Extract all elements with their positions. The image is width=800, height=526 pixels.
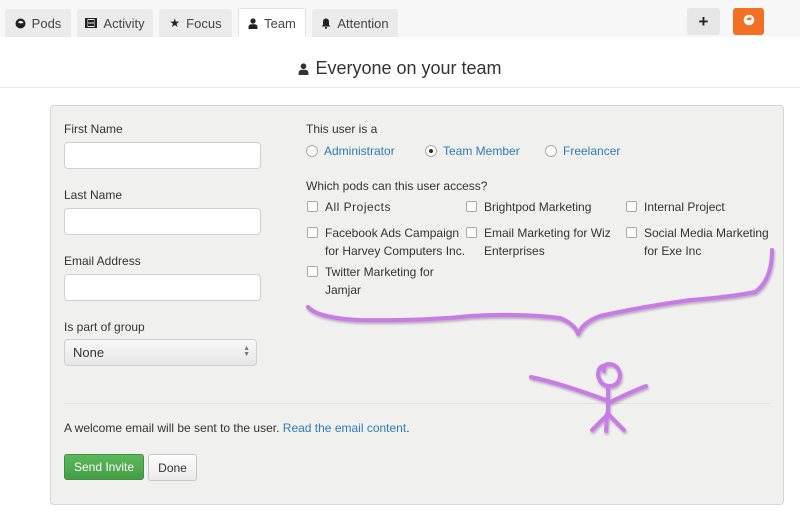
tab-label: Pods [31,15,62,31]
pod-label: Twitter Marketing for Jamjar [325,265,434,297]
checkbox[interactable] [466,227,477,238]
checkbox[interactable] [307,266,318,277]
group-label: Is part of group [64,320,145,334]
tab-label: Activity [103,15,145,31]
radio-label: Team Member [443,144,520,158]
heading-divider [0,87,800,88]
radio-freelancer[interactable]: Freelancer [545,144,620,158]
tab-attention[interactable]: Attention [312,9,398,37]
brightpod-menu-button[interactable] [733,8,764,35]
user-icon [298,62,309,75]
role-label: This user is a [306,122,378,136]
checkbox[interactable] [626,227,637,238]
send-invite-button[interactable]: Send Invite [64,454,144,480]
email-label: Email Address [64,254,141,268]
pod-checkbox-twitter-marketing[interactable]: Twitter Marketing for Jamjar [307,263,434,299]
pod-label: Internal Project [644,200,725,214]
pod-checkbox-all-projects[interactable]: All Projects [307,198,391,216]
pod-label: Email Marketing for Wiz Enterprises [484,226,611,258]
last-name-input[interactable] [64,208,261,235]
tab-activity[interactable]: Activity [77,9,153,37]
add-button[interactable]: + [687,8,720,35]
bell-icon [321,18,331,29]
done-button[interactable]: Done [148,454,197,481]
checkbox[interactable] [307,227,318,238]
radio-team-member[interactable]: Team Member [425,144,520,158]
welcome-email-note: A welcome email will be sent to the user… [64,421,410,435]
group-select[interactable]: None ▲ ▼ [64,339,257,366]
pod-label: Brightpod Marketing [484,200,592,214]
checkbox[interactable] [307,201,318,212]
tab-team[interactable]: Team [238,8,306,37]
radio-button[interactable] [545,145,557,157]
invite-form: First Name Last Name Email Address Is pa… [50,105,784,505]
pods-label: Which pods can this user access? [306,179,488,193]
pod-checkbox-brightpod-marketing[interactable]: Brightpod Marketing [466,198,591,216]
pod-checkbox-internal-project[interactable]: Internal Project [626,198,725,216]
pod-label: Facebook Ads Campaign for Harvey Computer… [325,226,466,258]
film-icon [85,18,98,28]
radio-label: Freelancer [563,144,621,158]
email-input[interactable] [64,274,261,301]
select-arrows-icon: ▲ ▼ [243,345,250,358]
tab-label: Attention [337,15,389,31]
form-divider [64,403,770,404]
pod-icon [15,18,26,29]
group-selected-value: None [73,345,105,360]
star-icon: ★ [169,16,181,30]
pod-label: All Projects [325,200,392,214]
pod-checkbox-social-media[interactable]: Social Media Marketing for Exe Inc [626,224,769,260]
radio-administrator[interactable]: Administrator [306,144,395,158]
page-title-text: Everyone on your team [315,58,502,78]
pod-checkbox-email-marketing[interactable]: Email Marketing for Wiz Enterprises [466,224,611,260]
pod-label: Social Media Marketing for Exe Inc [644,226,769,258]
tab-pods[interactable]: Pods [5,9,71,37]
tab-label: Team [264,15,296,31]
tab-label: Focus [186,15,222,31]
radio-label: Administrator [324,144,395,158]
pod-checkbox-facebook-ads[interactable]: Facebook Ads Campaign for Harvey Computer… [307,224,465,260]
last-name-label: Last Name [64,188,123,202]
user-icon [248,17,258,29]
tab-focus[interactable]: ★ Focus [159,9,232,37]
checkbox[interactable] [466,201,477,212]
plus-icon: + [698,11,709,31]
checkbox[interactable] [626,201,637,212]
radio-button[interactable] [306,145,318,157]
read-email-content-link[interactable]: Read the email content [283,421,406,435]
first-name-input[interactable] [64,142,261,169]
brightpod-logo-icon [743,13,755,31]
top-navigation: Pods Activity ★ Focus Team Attention + [0,0,800,37]
page-title: Everyone on your team [0,58,800,79]
first-name-label: First Name [64,122,123,136]
radio-button-selected[interactable] [425,145,437,157]
